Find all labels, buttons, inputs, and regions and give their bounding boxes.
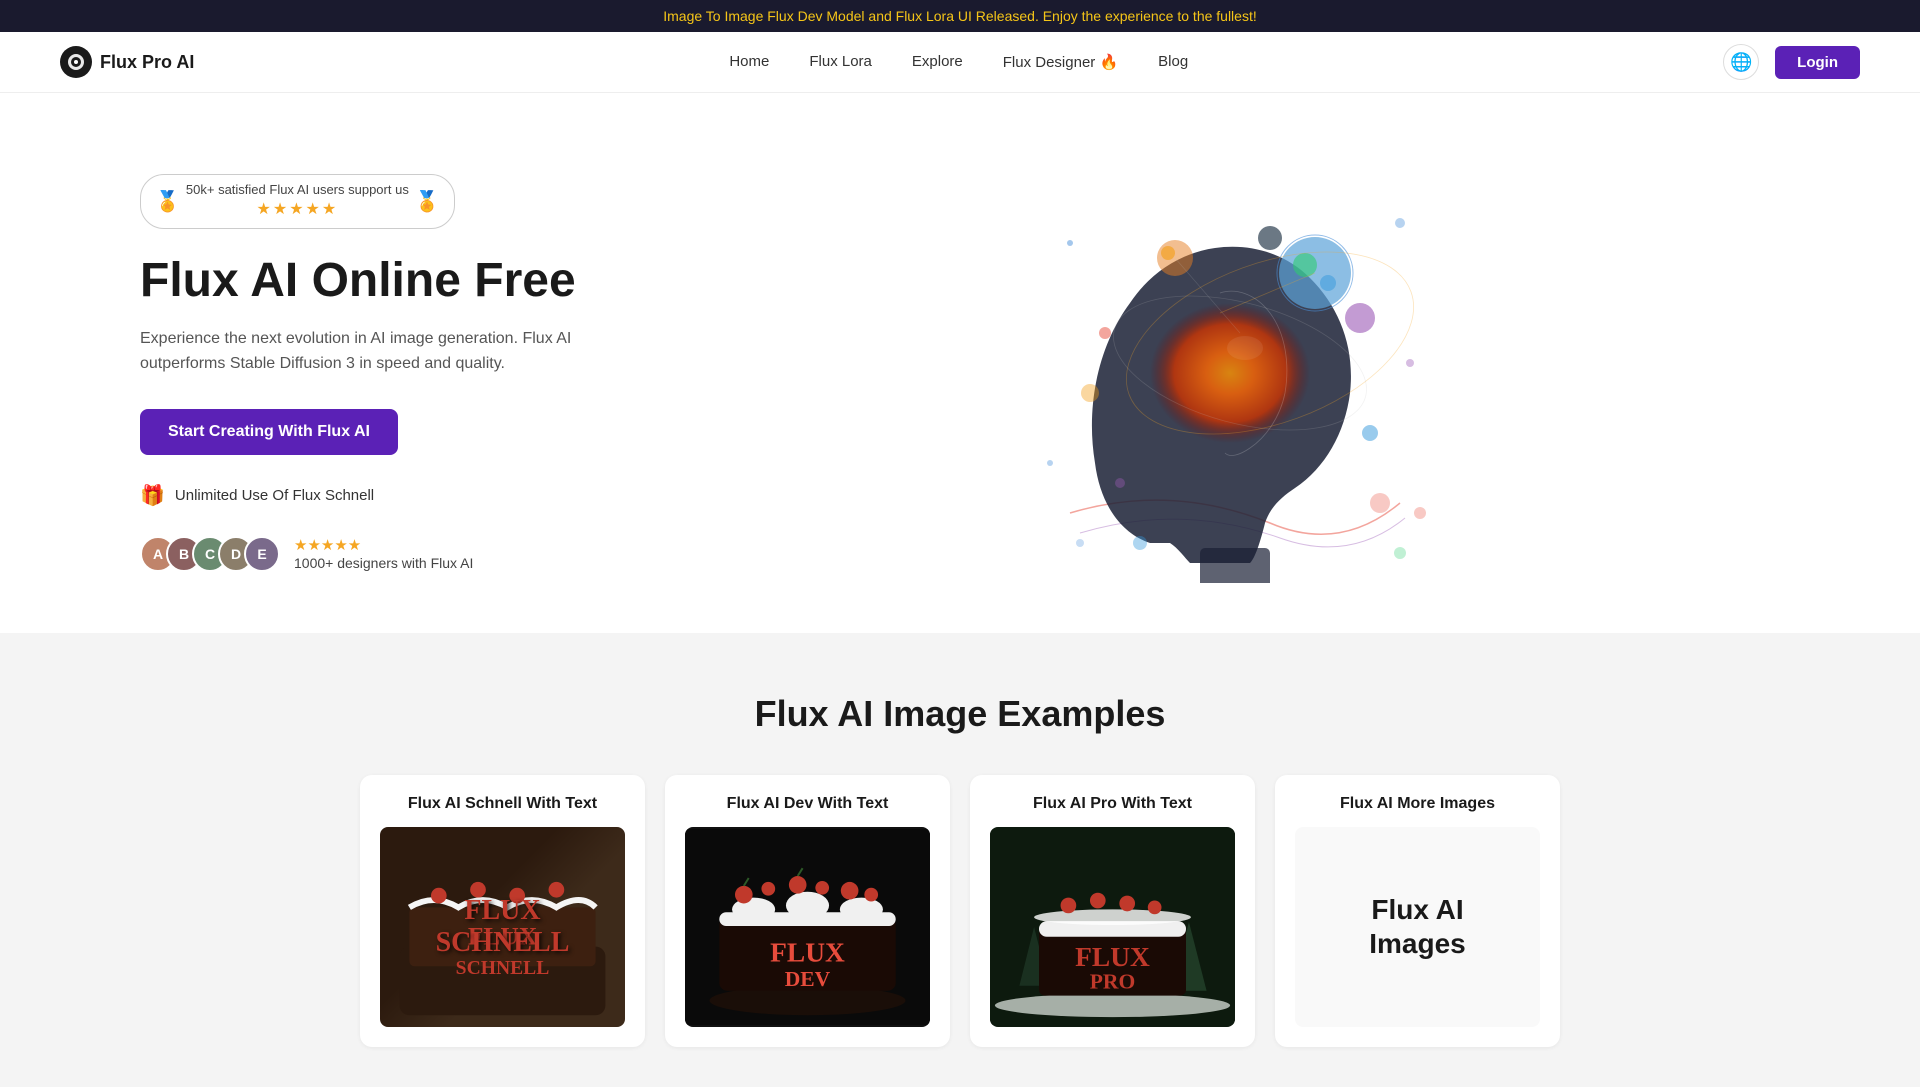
more-line1: Flux AI (1371, 894, 1463, 925)
wreath-left-icon: 🏅 (155, 189, 180, 214)
social-stars: ★★★★★ (294, 537, 361, 554)
schnell-image: FLUX SCHNELL (380, 827, 625, 1027)
more-line2: Images (1369, 928, 1466, 959)
svg-text:SCHNELL: SCHNELL (456, 958, 550, 979)
hero-right (600, 158, 1860, 588)
schnell-cake-svg: FLUX SCHNELL (380, 827, 625, 1027)
logo-icon (60, 46, 92, 78)
nav-blog[interactable]: Blog (1158, 53, 1188, 70)
examples-section: Flux AI Image Examples Flux AI Schnell W… (0, 633, 1920, 1087)
svg-text:PRO: PRO (1090, 970, 1135, 994)
pro-cake-svg: FLUX PRO (990, 827, 1235, 1027)
svg-text:FLUX: FLUX (770, 937, 845, 967)
social-text: 1000+ designers with Flux AI (294, 555, 473, 571)
examples-title: Flux AI Image Examples (40, 693, 1880, 735)
hero-badge: 🏅 50k+ satisfied Flux AI users support u… (140, 174, 600, 229)
svg-text:DEV: DEV (785, 967, 831, 991)
example-card-more: Flux AI More Images Flux AI Images (1275, 775, 1560, 1047)
social-proof: A B C D E ★★★★★ 1000+ designers with Flu… (140, 536, 600, 572)
navbar: Flux Pro AI Home Flux Lora Explore Flux … (0, 32, 1920, 93)
nav-home[interactable]: Home (729, 53, 769, 70)
badge-stars: ★★★★★ (186, 199, 409, 221)
globe-button[interactable]: 🌐 (1723, 44, 1759, 80)
avatar-5: E (244, 536, 280, 572)
nav-flux-lora[interactable]: Flux Lora (809, 53, 872, 70)
nav-flux-designer[interactable]: Flux Designer 🔥 (1003, 54, 1118, 71)
examples-grid: Flux AI Schnell With Text FLUX S (360, 775, 1560, 1047)
gift-icon: 🎁 (140, 483, 165, 508)
banner-text: Image To Image Flux Dev Model and Flux L… (663, 8, 1257, 24)
hero-title: Flux AI Online Free (140, 253, 600, 308)
svg-text:FLUX: FLUX (1075, 942, 1150, 972)
hero-description: Experience the next evolution in AI imag… (140, 326, 600, 377)
card-title-schnell: Flux AI Schnell With Text (380, 795, 625, 813)
svg-text:FLUX: FLUX (468, 922, 538, 951)
card-title-pro: Flux AI Pro With Text (990, 795, 1235, 813)
card-title-more: Flux AI More Images (1295, 795, 1540, 813)
hero-section: 🏅 50k+ satisfied Flux AI users support u… (0, 93, 1920, 633)
more-images-box: Flux AI Images (1295, 827, 1540, 1027)
nav-links: Home Flux Lora Explore Flux Designer 🔥 B… (729, 53, 1188, 72)
nav-right: 🌐 Login (1723, 44, 1860, 80)
badge-text-container: 50k+ satisfied Flux AI users support us … (186, 181, 409, 222)
more-images-text: Flux AI Images (1369, 893, 1466, 960)
example-card-dev: Flux AI Dev With Text (665, 775, 950, 1047)
avatars: A B C D E (140, 536, 280, 572)
cta-button[interactable]: Start Creating With Flux AI (140, 409, 398, 455)
example-card-schnell: Flux AI Schnell With Text FLUX S (360, 775, 645, 1047)
unlimited-row: 🎁 Unlimited Use Of Flux Schnell (140, 483, 600, 508)
nav-logo[interactable]: Flux Pro AI (60, 46, 194, 78)
logo-text: Flux Pro AI (100, 52, 194, 73)
hero-left: 🏅 50k+ satisfied Flux AI users support u… (140, 174, 600, 572)
wreath-right-icon: 🏅 (415, 189, 440, 214)
pro-image: FLUX PRO (990, 827, 1235, 1027)
badge-label: 50k+ satisfied Flux AI users support us (186, 182, 409, 197)
hero-illustration (1020, 163, 1440, 583)
top-banner: Image To Image Flux Dev Model and Flux L… (0, 0, 1920, 32)
dev-cake-svg: FLUX DEV (685, 827, 930, 1027)
social-text-block: ★★★★★ 1000+ designers with Flux AI (294, 536, 473, 571)
nav-explore[interactable]: Explore (912, 53, 963, 70)
unlimited-label: Unlimited Use Of Flux Schnell (175, 487, 374, 504)
badge-wreath: 🏅 50k+ satisfied Flux AI users support u… (140, 174, 455, 229)
example-card-pro: Flux AI Pro With Text (970, 775, 1255, 1047)
login-button[interactable]: Login (1775, 46, 1860, 79)
card-title-dev: Flux AI Dev With Text (685, 795, 930, 813)
dev-image: FLUX DEV (685, 827, 930, 1027)
